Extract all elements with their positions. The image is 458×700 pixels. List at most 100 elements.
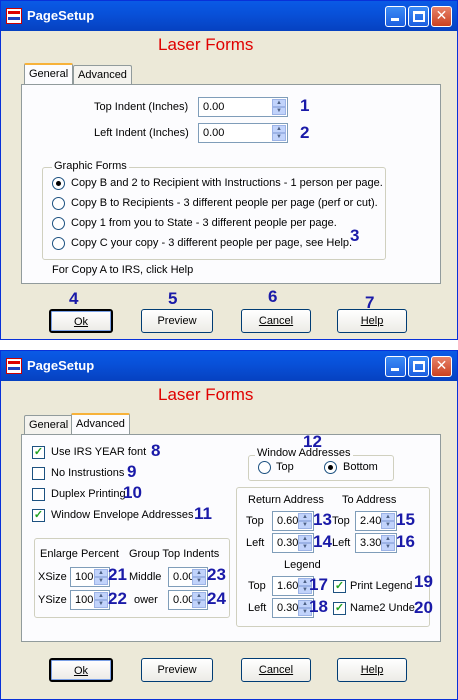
- radio-option-2[interactable]: [52, 197, 65, 210]
- irs-year-font-checkbox[interactable]: ✓: [32, 446, 45, 459]
- title-bar[interactable]: PageSetup ✕: [1, 351, 457, 381]
- return-top-label: Top: [246, 515, 264, 527]
- form-heading: Laser Forms: [158, 35, 254, 54]
- window-envelope-label: Window Envelope Addresses: [51, 509, 194, 521]
- form-heading: Laser Forms: [158, 385, 254, 404]
- legend-left-spinner[interactable]: 0.30 ▲ ▼: [272, 598, 314, 618]
- cancel-label: Cancel: [258, 664, 294, 676]
- radio-option-1[interactable]: [52, 177, 65, 190]
- spin-up-icon[interactable]: ▲: [94, 569, 108, 577]
- duplex-printing-label: Duplex Printing: [51, 488, 126, 500]
- left-indent-spinner[interactable]: 0.00 ▲ ▼: [198, 123, 288, 143]
- spin-down-icon[interactable]: ▼: [298, 543, 312, 551]
- spin-down-icon[interactable]: ▼: [192, 600, 206, 608]
- xsize-spinner[interactable]: 100 ▲ ▼: [70, 567, 110, 587]
- maximize-icon: [413, 361, 425, 372]
- spin-up-icon[interactable]: ▲: [381, 535, 395, 543]
- cancel-button[interactable]: Cancel: [241, 309, 311, 333]
- preview-button[interactable]: Preview: [141, 309, 213, 333]
- spin-up-icon[interactable]: ▲: [272, 99, 286, 107]
- name2-under-checkbox[interactable]: ✓: [333, 602, 346, 615]
- spin-down-icon[interactable]: ▼: [192, 577, 206, 585]
- maximize-icon: [413, 11, 425, 22]
- spin-down-icon[interactable]: ▼: [272, 133, 286, 141]
- callout-number: 17: [309, 575, 328, 594]
- radio-option-4[interactable]: [52, 237, 65, 250]
- callout-number: 18: [309, 597, 328, 616]
- close-icon: ✕: [435, 8, 448, 24]
- spin-up-icon[interactable]: ▲: [192, 592, 206, 600]
- callout-number: 6: [268, 287, 278, 306]
- enlarge-percent-label: Enlarge Percent: [40, 548, 119, 560]
- to-top-spinner[interactable]: 2.40 ▲ ▼: [355, 511, 397, 531]
- ok-button[interactable]: Ok: [49, 658, 113, 682]
- maximize-button[interactable]: [408, 6, 429, 27]
- spin-up-icon[interactable]: ▲: [94, 592, 108, 600]
- spin-down-icon[interactable]: ▼: [381, 543, 395, 551]
- return-left-value: 0.30: [277, 537, 299, 549]
- tab-advanced[interactable]: Advanced: [71, 413, 130, 435]
- tab-advanced[interactable]: Advanced: [73, 65, 132, 85]
- help-button[interactable]: Help: [337, 309, 407, 333]
- option-1-label: Copy B and 2 to Recipient with Instructi…: [71, 177, 383, 189]
- ysize-spinner[interactable]: 100 ▲ ▼: [70, 590, 110, 610]
- irs-year-font-label: Use IRS YEAR font: [51, 446, 147, 458]
- top-indent-spinner[interactable]: 0.00 ▲ ▼: [198, 97, 288, 117]
- window-envelope-checkbox[interactable]: ✓: [32, 509, 45, 522]
- advanced-panel: ✓ Use IRS YEAR font 8 No Instrustions 9 …: [21, 432, 441, 642]
- page-setup-window-general: PageSetup ✕ Laser Forms General Advanced…: [0, 0, 458, 340]
- title-bar[interactable]: PageSetup ✕: [1, 1, 457, 31]
- legend-top-spinner[interactable]: 1.60 ▲ ▼: [272, 576, 314, 596]
- spin-up-icon[interactable]: ▲: [298, 535, 312, 543]
- spin-up-icon[interactable]: ▲: [192, 569, 206, 577]
- minimize-icon: [391, 368, 399, 371]
- tab-general[interactable]: General: [24, 63, 74, 85]
- radio-option-3[interactable]: [52, 217, 65, 230]
- radio-top[interactable]: [258, 461, 271, 474]
- no-instructions-checkbox[interactable]: [32, 467, 45, 480]
- return-top-spinner[interactable]: 0.60 ▲ ▼: [272, 511, 314, 531]
- spin-up-icon[interactable]: ▲: [298, 513, 312, 521]
- tab-general[interactable]: General: [24, 415, 74, 435]
- callout-number: 4: [69, 289, 79, 308]
- spin-down-icon[interactable]: ▼: [272, 107, 286, 115]
- callout-number: 20: [414, 598, 433, 617]
- option-4-label: Copy C your copy - 3 different people pe…: [71, 237, 353, 249]
- preview-button[interactable]: Preview: [141, 658, 213, 682]
- return-left-spinner[interactable]: 0.30 ▲ ▼: [272, 533, 314, 553]
- top-indent-value: 0.00: [203, 101, 225, 113]
- maximize-button[interactable]: [408, 356, 429, 377]
- left-indent-value: 0.00: [203, 127, 225, 139]
- option-3-label: Copy 1 from you to State - 3 different p…: [71, 217, 337, 229]
- copy-a-note: For Copy A to IRS, click Help: [52, 264, 194, 276]
- print-legend-checkbox[interactable]: ✓: [333, 580, 346, 593]
- middle-spinner[interactable]: 0.00 ▲ ▼: [168, 567, 208, 587]
- to-left-spinner[interactable]: 3.30 ▲ ▼: [355, 533, 397, 553]
- minimize-button[interactable]: [385, 356, 406, 377]
- minimize-button[interactable]: [385, 6, 406, 27]
- radio-bottom[interactable]: [324, 461, 337, 474]
- spin-up-icon[interactable]: ▲: [381, 513, 395, 521]
- close-button[interactable]: ✕: [431, 6, 452, 27]
- xsize-value: 100: [75, 571, 94, 583]
- duplex-printing-checkbox[interactable]: [32, 488, 45, 501]
- to-top-label: Top: [332, 515, 350, 527]
- help-label: Help: [360, 664, 384, 676]
- spin-down-icon[interactable]: ▼: [94, 600, 108, 608]
- close-button[interactable]: ✕: [431, 356, 452, 377]
- cancel-button[interactable]: Cancel: [241, 658, 311, 682]
- spin-down-icon[interactable]: ▼: [381, 521, 395, 529]
- to-top-value: 2.40: [360, 515, 382, 527]
- legend-left-label: Left: [248, 602, 267, 614]
- spin-down-icon[interactable]: ▼: [298, 521, 312, 529]
- help-button[interactable]: Help: [337, 658, 407, 682]
- lower-spinner[interactable]: 0.00 ▲ ▼: [168, 590, 208, 610]
- xsize-label: XSize: [38, 571, 67, 583]
- ok-button[interactable]: Ok: [49, 309, 113, 333]
- graphic-forms-title: Graphic Forms: [52, 160, 129, 172]
- return-address-label: Return Address: [248, 494, 324, 506]
- callout-number: 12: [303, 432, 322, 451]
- callout-number: 22: [108, 589, 127, 608]
- spin-up-icon[interactable]: ▲: [272, 125, 286, 133]
- spin-down-icon[interactable]: ▼: [94, 577, 108, 585]
